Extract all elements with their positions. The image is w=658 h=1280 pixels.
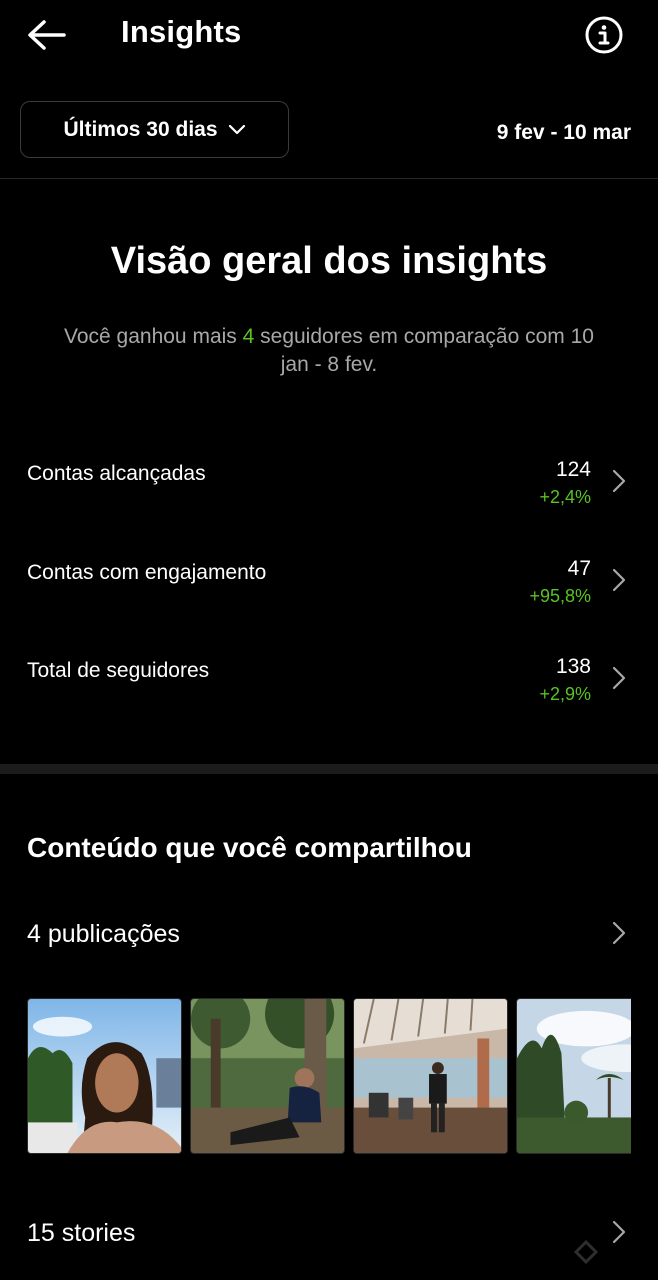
metric-row-accounts-reached[interactable]: Contas alcançadas 124 +2,4%: [0, 458, 658, 530]
divider: [0, 178, 658, 179]
date-range: 9 fev - 10 mar: [496, 121, 631, 144]
post-thumbnail-palms[interactable]: [516, 998, 631, 1154]
period-label: Últimos 30 dias: [63, 117, 218, 141]
posts-thumbnail-strip: [27, 998, 631, 1154]
subtitle-suffix: seguidores em comparação com 10 jan - 8 …: [254, 325, 594, 376]
arrow-left-icon: [28, 20, 66, 50]
platzi-watermark-logo: [573, 1239, 599, 1265]
posts-count-label: 4 publicações: [27, 920, 180, 948]
top-bar: Insights: [0, 0, 658, 70]
insights-screen: Insights Últimos 30 dias 9 fev - 10 mar …: [0, 0, 658, 1280]
overview-title: Visão geral dos insights: [110, 240, 548, 282]
metric-delta: +95,8%: [529, 586, 591, 606]
info-icon: [585, 16, 623, 54]
hall-photo: [354, 999, 507, 1153]
forest-photo: [191, 999, 344, 1153]
post-thumbnail-forest[interactable]: [190, 998, 345, 1154]
metric-value: 47: [567, 557, 591, 580]
chevron-down-icon: [228, 124, 245, 134]
chevron-right-icon: [612, 469, 626, 493]
chevron-right-icon: [612, 666, 626, 690]
metric-value: 124: [555, 458, 591, 481]
palm-trees-photo: [517, 999, 631, 1153]
metric-delta: +2,4%: [539, 487, 591, 507]
content-section-title: Conteúdo que você compartilhou: [27, 832, 472, 863]
followers-gain-count: 4: [242, 325, 255, 348]
posts-row[interactable]: 4 publicações: [0, 918, 658, 958]
subtitle-prefix: Você ganhou mais: [64, 325, 243, 348]
period-dropdown[interactable]: Últimos 30 dias: [20, 101, 289, 158]
post-thumbnail-hall[interactable]: [353, 998, 508, 1154]
metric-row-total-followers[interactable]: Total de seguidores 138 +2,9%: [0, 655, 658, 727]
metric-row-accounts-engaged[interactable]: Contas com engajamento 47 +95,8%: [0, 557, 658, 629]
selfie-photo: [28, 999, 181, 1153]
chevron-right-icon: [612, 568, 626, 592]
stories-row[interactable]: 15 stories: [0, 1217, 658, 1257]
back-button[interactable]: [24, 14, 70, 56]
section-divider: [0, 764, 658, 774]
metric-label: Contas com engajamento: [27, 561, 267, 584]
metric-value: 138: [555, 655, 591, 678]
overview-subtitle: Você ganhou mais 4 seguidores em compara…: [60, 323, 598, 379]
post-thumbnail-selfie[interactable]: [27, 998, 182, 1154]
chevron-right-icon: [612, 921, 626, 945]
stories-count-label: 15 stories: [27, 1219, 136, 1247]
metric-delta: +2,9%: [539, 684, 591, 704]
info-button[interactable]: [584, 15, 624, 55]
metric-label: Contas alcançadas: [27, 462, 206, 485]
metric-label: Total de seguidores: [27, 659, 210, 682]
page-title: Insights: [121, 14, 242, 49]
